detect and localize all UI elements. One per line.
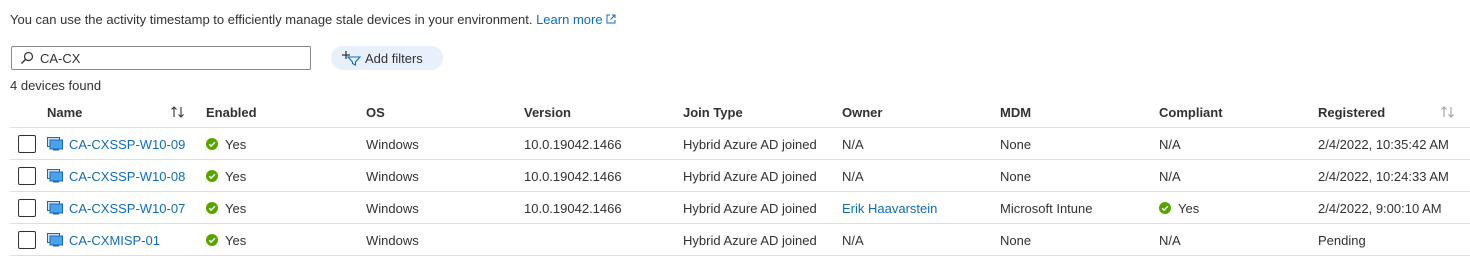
- learn-more-label: Learn more: [536, 12, 603, 27]
- success-check-icon: [206, 138, 218, 150]
- enabled-value: Yes: [225, 200, 247, 216]
- column-header-version[interactable]: Version: [524, 96, 571, 128]
- registered-cell: 2/4/2022, 9:00:10 AM: [1318, 200, 1442, 216]
- join-type-cell: Hybrid Azure AD joined: [683, 168, 817, 184]
- column-header-enabled[interactable]: Enabled: [206, 96, 257, 128]
- device-icon: [47, 201, 63, 215]
- device-name-link[interactable]: CA-CXSSP-W10-08: [69, 169, 185, 184]
- table-row[interactable]: CA-CXSSP-W10-07 Yes Windows 10.0.19042.1466…: [10, 192, 1470, 224]
- enabled-value: Yes: [225, 232, 247, 248]
- info-text: You can use the activity timestamp to ef…: [10, 12, 533, 27]
- device-name-link[interactable]: CA-CXSSP-W10-09: [69, 137, 185, 152]
- device-name-cell: CA-CXMISP-01: [47, 224, 160, 256]
- column-header-compliant[interactable]: Compliant: [1159, 96, 1223, 128]
- compliant-value: N/A: [1159, 136, 1181, 152]
- owner-cell: N/A: [842, 168, 864, 184]
- search-box[interactable]: [11, 46, 311, 70]
- os-cell: Windows: [366, 232, 419, 248]
- compliant-cell: N/A: [1159, 224, 1181, 256]
- join-type-cell: Hybrid Azure AD joined: [683, 200, 817, 216]
- row-checkbox[interactable]: [18, 199, 36, 217]
- mdm-cell: Microsoft Intune: [1000, 200, 1093, 216]
- device-name-link[interactable]: CA-CXSSP-W10-07: [69, 201, 185, 216]
- column-header-os[interactable]: OS: [366, 96, 385, 128]
- device-icon: [47, 137, 63, 151]
- enabled-value: Yes: [225, 168, 247, 184]
- version-cell: 10.0.19042.1466: [524, 136, 622, 152]
- sort-icon[interactable]: [170, 105, 186, 119]
- table-row[interactable]: CA-CXSSP-W10-08 Yes Windows 10.0.19042.1466…: [10, 160, 1470, 192]
- device-name-cell: CA-CXSSP-W10-09: [47, 128, 185, 160]
- compliant-cell: N/A: [1159, 160, 1181, 192]
- sort-icon[interactable]: [1440, 105, 1456, 119]
- compliant-cell: Yes: [1159, 192, 1199, 224]
- os-cell: Windows: [366, 136, 419, 152]
- column-header-join-type[interactable]: Join Type: [683, 96, 743, 128]
- devices-table: Name Enabled OS Version Join Type Owner …: [10, 96, 1470, 256]
- column-header-owner[interactable]: Owner: [842, 96, 882, 128]
- compliant-value: N/A: [1159, 232, 1181, 248]
- success-check-icon: [206, 202, 218, 214]
- column-header-registered[interactable]: Registered: [1318, 96, 1385, 128]
- info-banner: You can use the activity timestamp to ef…: [10, 12, 616, 27]
- owner-cell: Erik Haavarstein: [842, 192, 937, 224]
- owner-cell: N/A: [842, 136, 864, 152]
- device-name-cell: CA-CXSSP-W10-07: [47, 192, 185, 224]
- device-icon: [47, 169, 63, 183]
- search-input[interactable]: [40, 50, 300, 66]
- device-name-link[interactable]: CA-CXMISP-01: [69, 233, 160, 248]
- registered-cell: 2/4/2022, 10:35:42 AM: [1318, 136, 1449, 152]
- owner-cell: N/A: [842, 232, 864, 248]
- mdm-cell: None: [1000, 168, 1032, 184]
- enabled-cell: Yes: [206, 192, 246, 224]
- devices-found-count: 4 devices found: [10, 78, 102, 93]
- registered-cell: 2/4/2022, 10:24:33 AM: [1318, 168, 1449, 184]
- row-checkbox[interactable]: [18, 167, 36, 185]
- external-link-icon: [606, 14, 616, 24]
- mdm-cell: None: [1000, 232, 1032, 248]
- add-filter-icon: [341, 50, 361, 66]
- device-name-cell: CA-CXSSP-W10-08: [47, 160, 185, 192]
- enabled-cell: Yes: [206, 128, 246, 160]
- row-checkbox[interactable]: [18, 135, 36, 153]
- add-filters-button[interactable]: Add filters: [331, 46, 443, 70]
- column-header-name[interactable]: Name: [47, 96, 82, 128]
- column-header-mdm[interactable]: MDM: [1000, 96, 1031, 128]
- os-cell: Windows: [366, 200, 419, 216]
- success-check-icon: [206, 234, 218, 246]
- registered-cell: Pending: [1318, 232, 1366, 248]
- success-check-icon: [1159, 202, 1171, 214]
- version-cell: 10.0.19042.1466: [524, 200, 622, 216]
- mdm-cell: None: [1000, 136, 1032, 152]
- enabled-cell: Yes: [206, 224, 246, 256]
- table-row[interactable]: CA-CXSSP-W10-09 Yes Windows 10.0.19042.1466…: [10, 128, 1470, 160]
- os-cell: Windows: [366, 168, 419, 184]
- compliant-value: N/A: [1159, 168, 1181, 184]
- version-cell: 10.0.19042.1466: [524, 168, 622, 184]
- success-check-icon: [206, 170, 218, 182]
- compliant-cell: N/A: [1159, 128, 1181, 160]
- owner-link[interactable]: Erik Haavarstein: [842, 201, 937, 216]
- add-filters-label: Add filters: [365, 50, 423, 66]
- enabled-cell: Yes: [206, 160, 246, 192]
- enabled-value: Yes: [225, 136, 247, 152]
- row-checkbox[interactable]: [18, 231, 36, 249]
- learn-more-link[interactable]: Learn more: [536, 12, 616, 27]
- search-icon: [20, 51, 34, 65]
- table-header: Name Enabled OS Version Join Type Owner …: [10, 96, 1470, 128]
- device-icon: [47, 233, 63, 247]
- compliant-value: Yes: [1178, 200, 1200, 216]
- join-type-cell: Hybrid Azure AD joined: [683, 136, 817, 152]
- table-row[interactable]: CA-CXMISP-01 Yes Windows Hybrid Azure AD jo…: [10, 224, 1470, 256]
- join-type-cell: Hybrid Azure AD joined: [683, 232, 817, 248]
